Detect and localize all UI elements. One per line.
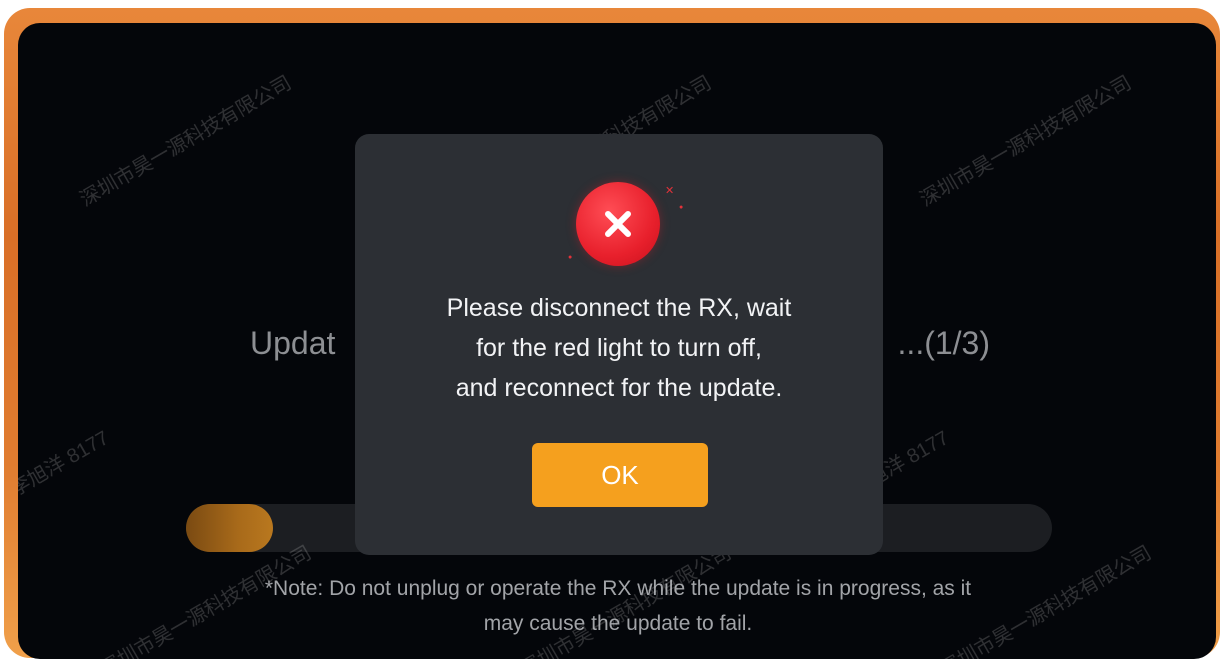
watermark-user: 李旭洋 8177 — [18, 427, 113, 502]
sparkle-icon: ● — [679, 204, 684, 211]
device-frame: Updat ...(1/3) *Note: Do not unplug or o… — [4, 8, 1220, 659]
ok-button[interactable]: OK — [532, 443, 708, 507]
message-line-2: for the red light to turn off, — [476, 334, 762, 362]
dialog-message: Please disconnect the RX, wait for the r… — [375, 288, 863, 408]
update-warning-note: *Note: Do not unplug or operate the RX w… — [138, 571, 1098, 641]
update-title-left: Updat — [250, 325, 336, 361]
message-line-1: Please disconnect the RX, wait — [446, 294, 792, 322]
watermark-company: 深圳市昊一源科技有限公司 — [916, 72, 1136, 212]
note-line-2: may cause the update to fail. — [483, 612, 753, 635]
message-line-3: and reconnect for the update. — [455, 374, 783, 402]
update-progress-fill — [186, 504, 273, 552]
device-screen: Updat ...(1/3) *Note: Do not unplug or o… — [18, 23, 1216, 659]
sparkle-icon: ● — [568, 254, 573, 261]
watermark-company: 深圳市昊一源科技有限公司 — [76, 72, 296, 212]
error-dialog: ✕ ● ● Please disconnect the RX, wait for… — [355, 134, 883, 555]
note-line-1: *Note: Do not unplug or operate the RX w… — [264, 577, 972, 600]
sparkle-icon: ✕ — [665, 185, 675, 197]
update-title-step: ...(1/3) — [897, 325, 990, 361]
error-x-icon — [576, 182, 660, 266]
